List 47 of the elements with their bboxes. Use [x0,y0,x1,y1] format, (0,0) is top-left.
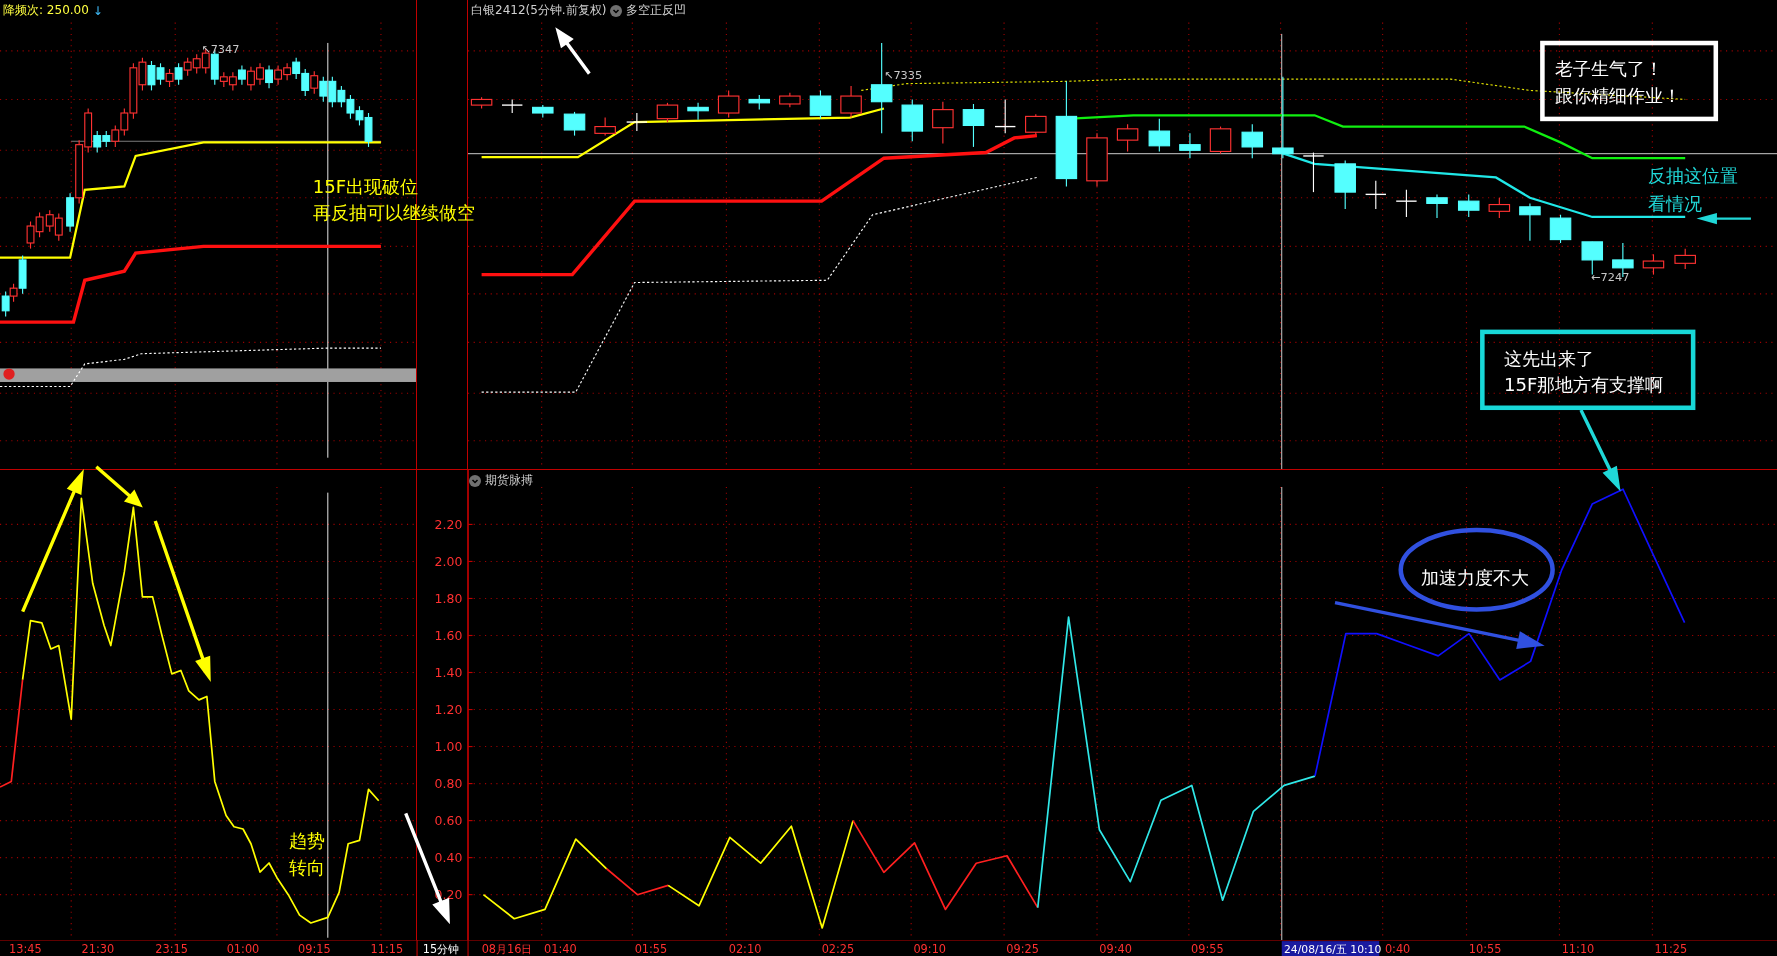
price-label: ↖7335 [883,69,923,83]
axis-tick-label: 2.00 [434,554,463,569]
time-label: 11:10 [1561,941,1595,956]
axis-tick-label: 1.80 [434,591,463,606]
time-label: 02:25 [821,941,855,956]
frequency-label: 降频次: 250.00 [3,2,89,19]
time-label: 09:55 [1191,941,1224,956]
time-label: 02:10 [728,941,762,956]
time-label: 08月16日 [481,941,533,956]
annotation-text: 加速力度不大 [1421,567,1530,589]
time-label: 01:00 [226,941,260,956]
price-label: ←7247 [1591,271,1630,285]
indicator-title: 期货脉搏 [485,472,533,489]
chart-title: 白银2412(5分钟.前复权) [471,2,607,19]
axis-tick-label: 1.00 [434,739,463,755]
time-label: 09:15 [298,941,331,956]
time-label: 01:55 [634,941,668,956]
annotation-text: 老子生气了！ [1554,57,1663,79]
time-label: 09:10 [913,941,947,956]
annotation-text: 趋势 [289,830,325,852]
time-label: 10:55 [1468,941,1502,956]
annotation-text: 跟你精细作业！ [1554,84,1681,106]
axis-tick-label: 1.40 [434,665,463,681]
time-label: 11:15 [370,941,404,956]
time-label: 13:45 [9,941,42,956]
axis-tick-label: 1.20 [434,702,463,718]
axis-tick-label: 1.60 [434,628,463,643]
annotation-text: 反抽这位置 [1647,165,1738,187]
time-label: 0:40 [1384,941,1411,956]
annotation-text: 15F那地方有支撑啊 [1503,373,1664,395]
axis-tick-label: 2.20 [434,516,463,532]
annotation-text: 这先出来了 [1503,347,1594,369]
time-label: 09:25 [1006,941,1039,956]
annotation-text: 看情况 [1647,192,1702,214]
time-label: 01:40 [544,941,577,956]
time-label: 21:30 [81,941,115,956]
indicator-name: 多空正反凹 [626,2,687,19]
time-label: 11:25 [1654,941,1688,956]
price-label: ↖7347 [201,43,240,57]
time-label: 23:15 [155,941,188,956]
time-label: 09:40 [1099,941,1132,956]
axis-tick-label: 0.40 [434,850,463,866]
axis-tick-label: 0.80 [434,776,463,792]
down-arrow-icon: ↓ [92,3,103,18]
annotation-text: 转向 [289,857,325,879]
axis-tick-label: 0.60 [434,813,463,829]
period-label: 15分钟 [422,941,460,956]
